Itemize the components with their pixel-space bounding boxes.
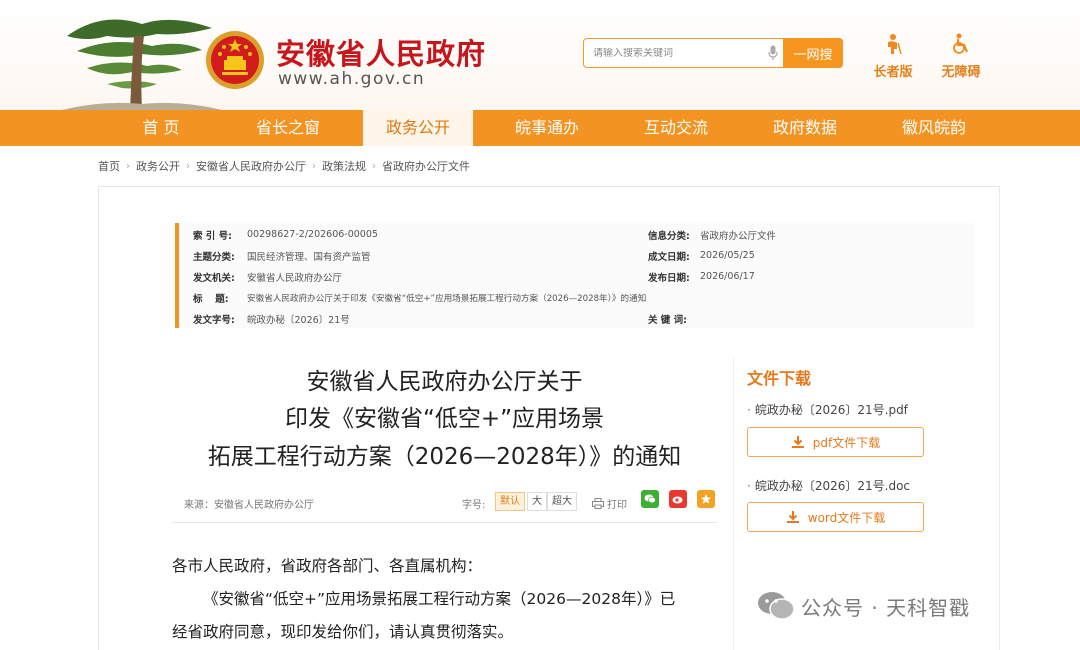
site-header: 安徽省人民政府 www.ah.gov.cn 一网搜 长者版 无障碍 <box>0 0 1080 110</box>
chevron-right-icon: › <box>372 160 376 172</box>
meta-published-value: 2026/06/17 <box>700 271 755 282</box>
article-source: 来源：安徽省人民政府办公厅 <box>184 500 314 511</box>
meta-topic-value: 国民经济管理、国有资产监管 <box>247 251 371 263</box>
wechat-share-icon[interactable] <box>641 490 659 508</box>
meta-index-value: 00298627-2/202606-00005 <box>247 229 378 240</box>
printer-icon <box>592 498 604 509</box>
meta-title-value: 安徽省人民政府办公厅关于印发《安徽省“低空+”应用场景拓展工程行动方案（2026… <box>247 293 647 304</box>
meta-topic-label: 主题分类: <box>193 251 235 263</box>
pdf-download-button[interactable]: pdf文件下载 <box>747 427 924 457</box>
meta-row-topic: 主题分类: 国民经济管理、国有资产监管 <box>179 245 371 266</box>
article-title-line-2: 印发《安徽省“低空+”应用场景 <box>284 406 605 432</box>
elderly-icon <box>888 34 902 55</box>
meta-issuer-label: 发文机关: <box>193 272 235 284</box>
microphone-icon[interactable] <box>765 43 781 63</box>
article-paragraph-line-1: 《安徽省“低空+”应用场景拓展工程行动方案（2026—2028年）》已 <box>203 590 676 608</box>
accessibility-label: 无障碍 <box>941 65 981 80</box>
breadcrumb: 首页 › 政务公开 › 安徽省人民政府办公厅 › 政策法规 › 省政府办公厅文件 <box>98 158 470 174</box>
article-title-line-3: 拓展工程行动方案（2026—2028年）》的通知 <box>207 444 682 470</box>
pdf-file-name: 皖政办秘〔2026〕21号.pdf <box>754 403 908 417</box>
breadcrumb-gov-affairs[interactable]: 政务公开 <box>136 158 180 174</box>
wechat-watermark-icon <box>758 592 795 620</box>
elderly-mode-label: 长者版 <box>873 65 913 80</box>
download-file-doc-name[interactable]: · 皖政办秘〔2026〕21号.doc <box>747 477 910 494</box>
bullet-icon: · <box>747 479 751 493</box>
site-title[interactable]: 安徽省人民政府 <box>276 31 486 73</box>
font-size-xlarge-button[interactable]: 超大 <box>547 492 577 511</box>
watermark-text: 公众号 · 天科智戳 <box>801 595 971 620</box>
favorite-star-icon[interactable] <box>697 490 715 508</box>
meta-docno-value: 皖政办秘〔2026〕21号 <box>247 314 350 326</box>
elderly-mode-button[interactable]: 长者版 <box>868 33 918 80</box>
meta-row-published: 发布日期: 2026/06/17 <box>648 266 755 287</box>
chevron-right-icon: › <box>126 160 130 172</box>
meta-keywords-label: 关 键 词: <box>648 314 687 326</box>
doc-file-name: 皖政办秘〔2026〕21号.doc <box>754 479 911 493</box>
meta-row-index: 索 引 号: 00298627-2/202606-00005 <box>179 224 378 245</box>
wheelchair-icon <box>953 33 969 54</box>
nav-item-culture[interactable]: 徽风皖韵 <box>879 110 989 146</box>
article-title-line-1: 安徽省人民政府办公厅关于 <box>306 369 583 395</box>
meta-title-label: 标 题: <box>193 293 229 305</box>
meta-docno-label: 发文字号: <box>193 314 235 326</box>
article-salutation: 各市人民政府，省政府各部门、各直属机构： <box>172 557 483 575</box>
chevron-right-icon: › <box>312 160 316 172</box>
download-icon <box>786 511 799 523</box>
search-box: 一网搜 <box>583 38 843 68</box>
download-heading: 文件下载 <box>747 369 812 388</box>
pine-tree-logo <box>62 19 222 110</box>
print-label: 打印 <box>607 500 627 511</box>
meta-row-formed: 成文日期: 2026/05/25 <box>648 245 755 266</box>
pdf-download-label: pdf文件下载 <box>812 435 881 450</box>
meta-index-label: 索 引 号: <box>193 230 232 242</box>
download-icon <box>791 436 804 448</box>
nav-item-services[interactable]: 皖事通办 <box>492 110 602 146</box>
article-paragraph-line-2: 经省政府同意，现印发给你们，请认真贯彻落实。 <box>172 623 514 641</box>
search-button[interactable]: 一网搜 <box>783 38 843 68</box>
meta-formed-value: 2026/05/25 <box>700 250 755 261</box>
watermark: 公众号 · 天科智戳 <box>757 591 970 621</box>
meta-row-issuer: 发文机关: 安徽省人民政府办公厅 <box>179 266 342 287</box>
meta-issuer-value: 安徽省人民政府办公厅 <box>247 272 343 284</box>
word-download-button[interactable]: word文件下载 <box>747 502 924 532</box>
nav-item-home[interactable]: 首 页 <box>106 110 216 146</box>
print-button[interactable]: 打印 <box>592 496 627 511</box>
divider <box>172 522 717 523</box>
meta-row-keywords: 关 键 词: <box>648 308 700 329</box>
meta-info-label: 信息分类: <box>648 230 690 242</box>
meta-info-value: 省政府办公厅文件 <box>700 230 777 242</box>
font-size-default-button[interactable]: 默认 <box>495 492 525 511</box>
meta-formed-label: 成文日期: <box>648 251 690 263</box>
nav-item-gov-affairs[interactable]: 政务公开 <box>363 110 473 146</box>
search-input[interactable] <box>593 47 765 59</box>
nav-item-data[interactable]: 政府数据 <box>750 110 860 146</box>
font-size-large-button[interactable]: 大 <box>527 492 547 511</box>
word-download-label: word文件下载 <box>807 510 886 525</box>
weibo-share-icon[interactable] <box>669 490 687 508</box>
document-meta-table: 索 引 号: 00298627-2/202606-00005 主题分类: 国民经… <box>175 223 975 328</box>
breadcrumb-policy[interactable]: 政策法规 <box>322 158 366 174</box>
main-nav: 首 页 省长之窗 政务公开 皖事通办 互动交流 政府数据 徽风皖韵 <box>0 110 1080 146</box>
download-file-pdf-name[interactable]: · 皖政办秘〔2026〕21号.pdf <box>747 401 908 418</box>
breadcrumb-office[interactable]: 安徽省人民政府办公厅 <box>196 158 306 174</box>
national-emblem-icon <box>206 31 264 89</box>
meta-row-title: 标 题: 安徽省人民政府办公厅关于印发《安徽省“低空+”应用场景拓展工程行动方案… <box>179 287 646 308</box>
meta-row-docno: 发文字号: 皖政办秘〔2026〕21号 <box>179 308 350 329</box>
meta-row-info: 信息分类: 省政府办公厅文件 <box>648 224 776 245</box>
breadcrumb-docs[interactable]: 省政府办公厅文件 <box>382 158 470 174</box>
site-url[interactable]: www.ah.gov.cn <box>278 69 425 89</box>
nav-item-governor[interactable]: 省长之窗 <box>233 110 343 146</box>
chevron-right-icon: › <box>186 160 190 172</box>
font-size-label: 字号: <box>462 500 486 511</box>
accessibility-button[interactable]: 无障碍 <box>936 33 986 80</box>
breadcrumb-home[interactable]: 首页 <box>98 158 120 174</box>
bullet-icon: · <box>747 403 751 417</box>
article-toolbar: 来源：安徽省人民政府办公厅 字号: 默认 大 超大 打印 <box>184 490 719 512</box>
meta-published-label: 发布日期: <box>648 272 690 284</box>
nav-item-interaction[interactable]: 互动交流 <box>621 110 731 146</box>
